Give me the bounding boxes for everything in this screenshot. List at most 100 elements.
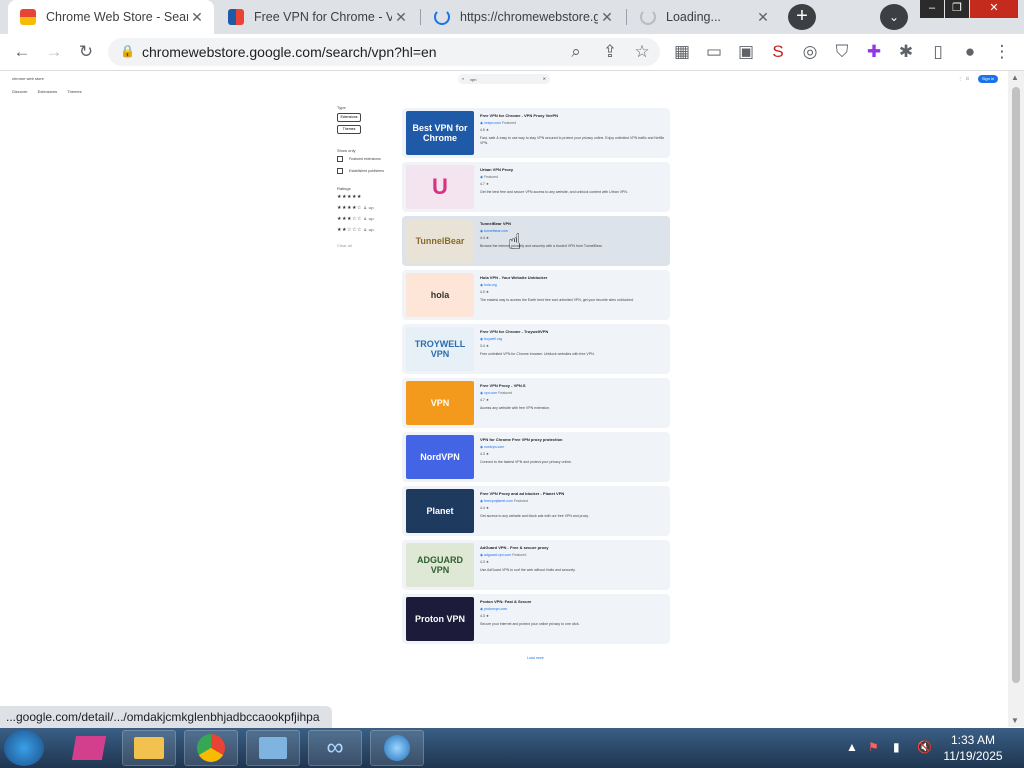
nav-extensions[interactable]: Extensions [38, 89, 58, 94]
result-thumbnail[interactable]: TunnelBear [406, 219, 474, 263]
result-thumbnail[interactable]: VPN [406, 381, 474, 425]
new-tab-button[interactable]: + [788, 4, 816, 30]
rating-filter-2[interactable]: ★★☆☆☆ & up [337, 227, 397, 233]
page-scrollbar[interactable]: ▲ ▼ [1008, 71, 1024, 727]
result-title[interactable]: Free VPN for Chrome - TroywellVPN [480, 329, 548, 334]
close-tab-icon[interactable]: ✕ [392, 9, 410, 26]
bookmark-star-icon[interactable]: ☆ [632, 42, 652, 62]
result-title[interactable]: Hola VPN - Your Website Unblocker [480, 275, 547, 280]
zoom-icon[interactable]: ⌕ [566, 42, 586, 62]
result-title[interactable]: Urban VPN Proxy [480, 167, 513, 172]
settings-icon[interactable]: ⋮ [958, 76, 962, 81]
action-center-icon[interactable]: ⚑ [868, 740, 879, 754]
qr-code-icon[interactable]: ▦ [672, 42, 692, 62]
result-title[interactable]: Free VPN Proxy - VPN.S [480, 383, 526, 388]
reload-icon[interactable]: ↻ [76, 42, 96, 62]
result-thumbnail[interactable]: TROYWELL VPN [406, 327, 474, 371]
store-search-input[interactable]: ⌕ vpn ✕ [458, 74, 550, 84]
scroll-thumb[interactable] [1012, 87, 1020, 683]
result-thumbnail[interactable]: NordVPN [406, 435, 474, 479]
close-tab-icon[interactable]: ✕ [188, 9, 206, 26]
result-publisher[interactable]: ◉ vpn.com Featured [480, 391, 512, 395]
shield-icon[interactable]: ⛉ [832, 42, 852, 62]
infinity-app-icon[interactable]: ∞ [308, 730, 362, 766]
profile-avatar-icon[interactable]: ● [960, 42, 980, 62]
close-tab-icon[interactable]: ✕ [754, 9, 772, 26]
result-publisher[interactable]: ◉ nordvpn.com [480, 445, 504, 449]
result-thumbnail[interactable]: hola [406, 273, 474, 317]
rating-filter-3[interactable]: ★★★☆☆ & up [337, 216, 397, 222]
start-button[interactable] [4, 730, 44, 766]
address-bar[interactable]: 🔒 chromewebstore.google.com/search/vpn?h… [108, 38, 660, 66]
checkbox-established[interactable]: Established publishers [337, 168, 397, 174]
extensions-puzzle-icon[interactable]: ✱ [896, 42, 916, 62]
network-icon[interactable]: ▮ [893, 740, 900, 754]
sign-in-button[interactable]: Sign in [978, 75, 998, 83]
checkbox-icon[interactable] [337, 168, 343, 174]
nav-discover[interactable]: Discover [12, 89, 28, 94]
result-publisher[interactable]: ◉ Featured [480, 175, 498, 179]
result-title[interactable]: TunnelBear VPN [480, 221, 511, 226]
result-card[interactable]: Planet Free VPN Proxy and ad blocker - Pl… [402, 486, 670, 536]
checkbox-featured[interactable]: Featured extensions [337, 156, 397, 162]
camera-icon[interactable]: ◎ [800, 42, 820, 62]
rating-filter-5[interactable]: ★★★★★ [337, 194, 397, 200]
side-panel-icon[interactable]: ▯ [928, 42, 948, 62]
taskbar-app-pink-icon[interactable] [62, 730, 116, 766]
clear-search-icon[interactable]: ✕ [543, 76, 546, 81]
result-thumbnail[interactable]: ADGUARD VPN [406, 543, 474, 587]
volume-muted-icon[interactable]: 🔇 [917, 740, 932, 754]
result-card[interactable]: hola Hola VPN - Your Website Unblocker ◉ h… [402, 270, 670, 320]
result-card[interactable]: TunnelBear TunnelBear VPN ◉ tunnelbear.com… [402, 216, 670, 266]
result-publisher[interactable]: ◉ protonvpn.com [480, 607, 507, 611]
result-thumbnail[interactable]: Planet [406, 489, 474, 533]
clear-filters-link[interactable]: Clear all [337, 243, 397, 248]
result-publisher[interactable]: ◉ troywell.org [480, 337, 502, 341]
result-card[interactable]: TROYWELL VPN Free VPN for Chrome - Troywe… [402, 324, 670, 374]
result-title[interactable]: Proton VPN: Fast & Secure [480, 599, 531, 604]
apps-grid-icon[interactable]: ⠿ [966, 76, 969, 81]
result-thumbnail[interactable]: Proton VPN [406, 597, 474, 641]
taskbar-clock[interactable]: 1:33 AM 11/19/2025 [938, 732, 1008, 764]
result-card[interactable]: VPN Free VPN Proxy - VPN.S ◉ vpn.com Featu… [402, 378, 670, 428]
result-card[interactable]: Proton VPN Proton VPN: Fast & Secure ◉ pro… [402, 594, 670, 644]
result-publisher[interactable]: ◉ freevpnplanet.com Featured [480, 499, 528, 503]
result-title[interactable]: Free VPN for Chrome - VPN Proxy VeePN [480, 113, 558, 118]
close-window-button[interactable]: ✕ [970, 0, 1018, 18]
checkbox-icon[interactable] [337, 156, 343, 162]
result-card[interactable]: NordVPN VPN for Chrome Free VPN proxy pro… [402, 432, 670, 482]
result-publisher[interactable]: ◉ adguard-vpn.com Featured [480, 553, 526, 557]
tab-free-vpn[interactable]: Free VPN for Chrome - VPN ✕ [216, 0, 418, 34]
tab-loading-url[interactable]: https://chromewebstore.goo ✕ [422, 0, 624, 34]
share-icon[interactable]: ⇪ [600, 42, 620, 62]
store-logo[interactable]: chrome web store [12, 76, 44, 81]
result-publisher[interactable]: ◉ hola.org [480, 283, 497, 287]
url-text[interactable]: chromewebstore.google.com/search/vpn?hl=… [142, 44, 437, 60]
result-publisher[interactable]: ◉ tunnelbear.com [480, 229, 508, 233]
result-thumbnail[interactable]: U [406, 165, 474, 209]
cast-icon[interactable]: ▭ [704, 42, 724, 62]
back-icon[interactable]: ← [12, 42, 32, 62]
chip-themes[interactable]: Themes [337, 125, 361, 134]
scroll-down-icon[interactable]: ▼ [1011, 716, 1019, 725]
chip-extensions[interactable]: Extensions [337, 113, 361, 122]
tab-search-button[interactable]: ⌄ [880, 4, 908, 30]
maximize-button[interactable]: ❐ [945, 0, 969, 18]
result-card[interactable]: Best VPN for Chrome Free VPN for Chrome -… [402, 108, 670, 158]
lock-icon[interactable]: 🔒 [120, 44, 135, 58]
minimize-button[interactable]: – [920, 0, 944, 18]
file-explorer-icon[interactable] [122, 730, 176, 766]
network-app-icon[interactable] [370, 730, 424, 766]
tab-chrome-web-store[interactable]: Chrome Web Store - Search ✕ [8, 0, 214, 34]
extension-screen-icon[interactable]: ▣ [736, 42, 756, 62]
chrome-taskbar-icon[interactable] [184, 730, 238, 766]
result-thumbnail[interactable]: Best VPN for Chrome [406, 111, 474, 155]
menu-kebab-icon[interactable]: ⋮ [992, 42, 1012, 62]
rating-filter-4[interactable]: ★★★★☆ & up [337, 205, 397, 211]
load-more-link[interactable]: Load more [527, 656, 544, 660]
result-title[interactable]: Free VPN Proxy and ad blocker - Planet V… [480, 491, 564, 496]
result-title[interactable]: AdGuard VPN - Free & secure proxy [480, 545, 548, 550]
forward-icon[interactable]: → [44, 42, 64, 62]
scroll-up-icon[interactable]: ▲ [1011, 73, 1019, 82]
result-publisher[interactable]: ◉ veepn.com Featured [480, 121, 516, 125]
